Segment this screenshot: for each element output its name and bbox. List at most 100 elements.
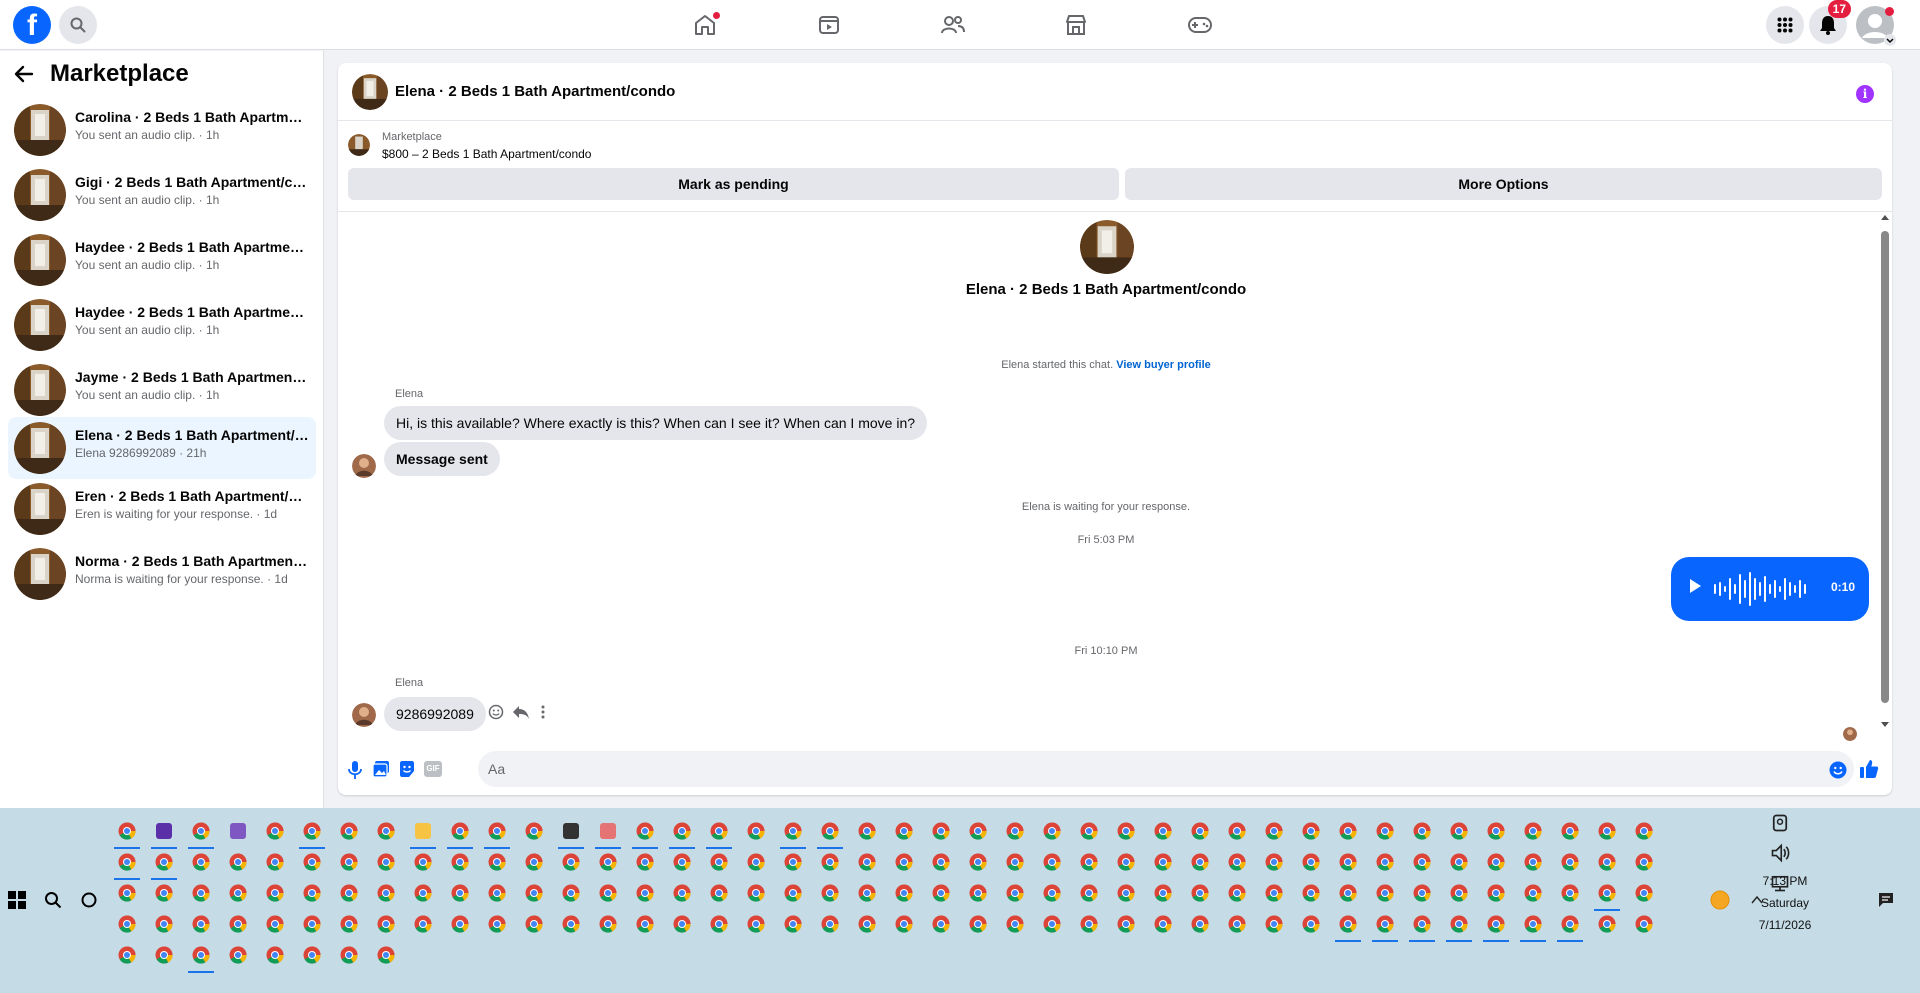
sticker-icon[interactable]	[398, 760, 416, 778]
taskbar-app-icon[interactable]	[593, 847, 623, 877]
taskbar-app-icon[interactable]	[1370, 909, 1400, 942]
taskbar-app-icon[interactable]	[1518, 909, 1548, 942]
taskbar-app-icon[interactable]	[1000, 878, 1030, 908]
action-center-icon[interactable]	[1878, 892, 1894, 908]
taskbar-app-icon[interactable]	[260, 940, 290, 970]
taskbar-app-icon[interactable]	[1074, 847, 1104, 877]
taskbar-app-icon[interactable]	[1629, 816, 1659, 846]
taskbar-app-icon[interactable]	[741, 878, 771, 908]
taskbar-app-icon[interactable]	[1148, 909, 1178, 939]
taskbar-app-icon[interactable]	[1407, 878, 1437, 908]
taskbar-app-icon[interactable]	[260, 847, 290, 877]
taskbar-app-icon[interactable]	[445, 816, 475, 849]
play-icon[interactable]	[1690, 579, 1701, 593]
taskbar-app-icon[interactable]	[1111, 909, 1141, 939]
taskbar-app-icon[interactable]	[1074, 816, 1104, 846]
taskbar-app-icon[interactable]	[112, 847, 142, 880]
taskbar-app-icon[interactable]	[1370, 816, 1400, 846]
taskbar-search-icon[interactable]	[44, 891, 62, 909]
taskbar-app-icon[interactable]	[1333, 847, 1363, 877]
taskbar-app-icon[interactable]	[741, 909, 771, 939]
taskbar-app-icon[interactable]	[1222, 816, 1252, 846]
chat-header-avatar[interactable]	[352, 74, 388, 110]
chat-title[interactable]: Elena · 2 Beds 1 Bath Apartment/condo	[395, 83, 675, 100]
taskbar-app-icon[interactable]	[1481, 878, 1511, 908]
taskbar-app-icon[interactable]	[408, 847, 438, 877]
back-arrow-icon[interactable]	[14, 64, 34, 84]
taskbar-app-icon[interactable]	[482, 909, 512, 939]
taskbar-app-icon[interactable]	[1592, 878, 1622, 911]
taskbar-app-icon[interactable]	[334, 816, 364, 846]
facebook-logo[interactable]: f	[13, 6, 51, 44]
taskbar-app-icon[interactable]	[1000, 847, 1030, 877]
taskbar-app-icon[interactable]	[778, 816, 808, 849]
taskbar-app-icon[interactable]	[852, 909, 882, 939]
taskbar-app-icon[interactable]	[1074, 878, 1104, 908]
taskbar-app-icon[interactable]	[667, 816, 697, 849]
taskbar-app-icon[interactable]	[889, 878, 919, 908]
taskbar-app-icon[interactable]	[408, 909, 438, 939]
conversation-item[interactable]: Haydee · 2 Beds 1 Bath Apartment/condo Y…	[8, 294, 316, 356]
taskbar-app-icon[interactable]	[1629, 847, 1659, 877]
taskbar-app-icon[interactable]	[963, 878, 993, 908]
taskbar-app-icon[interactable]	[926, 847, 956, 877]
taskbar-app-icon[interactable]	[297, 909, 327, 939]
taskbar-app-icon[interactable]	[963, 909, 993, 939]
taskbar-app-icon[interactable]	[482, 878, 512, 908]
taskbar-app-icon[interactable]	[334, 847, 364, 877]
taskbar-app-icon[interactable]	[1407, 909, 1437, 942]
taskbar-app-icon[interactable]	[963, 847, 993, 877]
incoming-message[interactable]: Hi, is this available? Where exactly is …	[384, 406, 928, 440]
speaker-icon[interactable]	[1770, 843, 1790, 863]
windows-start-icon[interactable]	[8, 891, 26, 909]
view-buyer-profile-link[interactable]: View buyer profile	[1116, 359, 1211, 371]
taskbar-app-icon[interactable]	[1518, 847, 1548, 877]
thread-profile-avatar[interactable]	[1080, 220, 1134, 274]
taskbar-app-icon[interactable]	[815, 816, 845, 849]
account-button[interactable]	[1856, 6, 1896, 46]
taskbar-app-icon[interactable]	[1592, 847, 1622, 877]
taskbar-app-icon[interactable]	[1074, 909, 1104, 939]
taskbar-app-icon[interactable]	[186, 940, 216, 973]
taskbar-app-icon[interactable]	[1222, 878, 1252, 908]
taskbar-app-icon[interactable]	[704, 847, 734, 877]
taskbar-app-icon[interactable]	[1333, 909, 1363, 942]
taskbar-app-icon[interactable]	[815, 847, 845, 877]
taskbar-app-icon[interactable]	[889, 909, 919, 939]
taskbar-app-icon[interactable]	[630, 909, 660, 939]
taskbar-app-icon[interactable]	[260, 878, 290, 908]
taskbar-app-icon[interactable]	[1111, 847, 1141, 877]
taskbar-app-icon[interactable]	[1037, 847, 1067, 877]
taskbar-app-icon[interactable]	[1037, 878, 1067, 908]
taskbar-app-icon[interactable]	[556, 878, 586, 908]
search-button[interactable]	[59, 6, 97, 44]
taskbar-app-icon[interactable]	[149, 940, 179, 970]
taskbar-app-icon[interactable]	[445, 878, 475, 908]
taskbar-app-icon[interactable]	[889, 847, 919, 877]
taskbar-app-icon[interactable]	[223, 909, 253, 939]
taskbar-app-icon[interactable]	[852, 816, 882, 846]
taskbar-app-icon[interactable]	[1518, 816, 1548, 846]
scroll-thumb[interactable]	[1881, 231, 1889, 703]
meet-now-icon[interactable]	[1770, 813, 1790, 833]
taskbar-app-icon[interactable]	[704, 909, 734, 939]
taskbar-app-icon[interactable]	[741, 847, 771, 877]
taskbar-app-icon[interactable]	[223, 940, 253, 970]
taskbar-app-icon[interactable]	[667, 878, 697, 908]
taskbar-app-icon[interactable]	[593, 909, 623, 939]
taskbar-app-icon[interactable]	[112, 909, 142, 939]
taskbar-app-icon[interactable]	[1148, 816, 1178, 846]
taskbar-app-icon[interactable]	[1037, 816, 1067, 846]
taskbar-app-icon[interactable]	[1592, 816, 1622, 846]
taskbar-app-icon[interactable]	[1333, 816, 1363, 846]
taskbar-app-icon[interactable]	[1111, 878, 1141, 908]
taskbar-app-icon[interactable]	[1000, 909, 1030, 939]
nav-friends[interactable]	[937, 9, 969, 41]
taskbar-app-icon[interactable]	[1555, 909, 1585, 942]
taskbar-app-icon[interactable]	[223, 878, 253, 908]
taskbar-app-icon[interactable]	[1259, 847, 1289, 877]
listing-price-title[interactable]: $800 – 2 Beds 1 Bath Apartment/condo	[382, 147, 591, 161]
sender-avatar[interactable]	[352, 703, 376, 727]
gif-icon[interactable]: GIF	[424, 761, 442, 777]
taskbar-app-icon[interactable]	[889, 816, 919, 846]
